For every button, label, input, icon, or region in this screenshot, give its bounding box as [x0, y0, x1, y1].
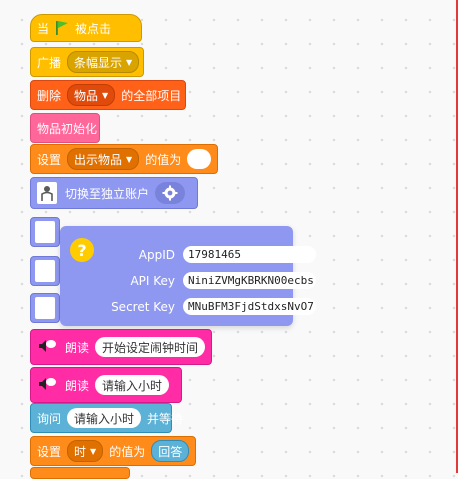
variable-dropdown[interactable]: 时 ▼	[67, 440, 104, 462]
chevron-down-icon: ▼	[90, 446, 97, 456]
set-variable-block[interactable]: 设置 出示物品 ▼ 的值为	[30, 144, 218, 174]
variable-dropdown[interactable]: 出示物品 ▼	[67, 148, 140, 170]
extension-block-stub[interactable]	[30, 217, 60, 247]
chevron-down-icon: ▼	[126, 154, 133, 164]
popup-row-appid: AppID 17981465	[95, 246, 316, 263]
popup-row-apikey: API Key NiniZVMgKBRKN00ecbs	[95, 272, 316, 289]
variable-value: 出示物品	[74, 152, 123, 167]
list-dropdown[interactable]: 物品 ▼	[67, 84, 116, 106]
speak-block[interactable]: 朗读 开始设定闹钟时间	[30, 329, 212, 365]
speech-bubble-icon	[37, 338, 57, 356]
list-value: 物品	[74, 88, 99, 103]
extension-figure-icon	[35, 260, 55, 282]
answer-reporter[interactable]: 回答	[151, 440, 190, 462]
appid-field[interactable]: 17981465	[183, 246, 316, 263]
question-input[interactable]: 请输入小时	[67, 408, 142, 428]
set-suffix: 的值为	[145, 152, 182, 167]
set-prefix: 设置	[37, 152, 62, 167]
gear-icon[interactable]	[155, 182, 186, 204]
speak-text-input[interactable]: 开始设定闹钟时间	[95, 337, 206, 357]
speech-bubble-icon	[37, 376, 57, 394]
when-flag-clicked-block[interactable]: 当 被点击	[30, 14, 142, 42]
init-items-label: 物品初始化	[37, 121, 98, 136]
ask-prefix: 询问	[37, 411, 62, 426]
broadcast-label: 广播	[37, 55, 62, 70]
hat-prefix: 当	[37, 21, 50, 36]
speak-text-input[interactable]: 请输入小时	[95, 375, 170, 395]
broadcast-message-dropdown[interactable]: 条幅显示 ▼	[67, 51, 140, 73]
ask-suffix: 并等待	[147, 411, 184, 426]
speak-label: 朗读	[65, 378, 90, 393]
popup-row-secretkey: Secret Key MNuBFM3FjdStdxsNvO7	[95, 298, 316, 315]
broadcast-block[interactable]: 广播 条幅显示 ▼	[30, 47, 144, 77]
extension-block-stub[interactable]	[30, 293, 60, 323]
secret-key-field[interactable]: MNuBFM3FjdStdxsNvO7	[183, 298, 316, 315]
account-settings-popup: ? AppID 17981465 API Key NiniZVMgKBRKN00…	[60, 226, 316, 326]
delete-prefix: 删除	[37, 88, 62, 103]
value-input[interactable]	[187, 149, 211, 169]
extension-figure-icon	[35, 221, 55, 243]
set-suffix: 的值为	[109, 444, 146, 459]
field-label: API Key	[130, 273, 175, 288]
variable-value: 时	[74, 444, 87, 459]
api-key-field[interactable]: NiniZVMgKBRKN00ecbs	[183, 272, 316, 289]
switch-account-label: 切换至独立账户	[65, 186, 150, 201]
chevron-down-icon: ▼	[126, 57, 133, 67]
delete-all-of-list-block[interactable]: 删除 物品 ▼ 的全部项目	[30, 80, 186, 110]
green-flag-icon	[55, 20, 69, 36]
ask-and-wait-block[interactable]: 询问 请输入小时 并等待	[30, 403, 183, 433]
hat-suffix: 被点击	[75, 21, 112, 36]
next-block-partial[interactable]	[30, 467, 130, 479]
speak-label: 朗读	[65, 340, 90, 355]
help-icon[interactable]: ?	[70, 238, 94, 262]
extension-figure-icon	[35, 297, 55, 319]
field-label: AppID	[138, 247, 175, 262]
set-variable-block[interactable]: 设置 时 ▼ 的值为 回答	[30, 436, 196, 466]
extension-block-stub[interactable]	[30, 256, 60, 286]
init-items-block[interactable]: 物品初始化	[30, 113, 100, 143]
delete-suffix: 的全部项目	[121, 88, 182, 103]
set-prefix: 设置	[37, 444, 62, 459]
speak-block[interactable]: 朗读 请输入小时	[30, 367, 182, 403]
broadcast-message-value: 条幅显示	[74, 55, 123, 70]
switch-account-block[interactable]: 切换至独立账户	[30, 177, 198, 209]
field-label: Secret Key	[111, 299, 175, 314]
extension-figure-icon	[37, 182, 57, 204]
chevron-down-icon: ▼	[102, 90, 109, 100]
